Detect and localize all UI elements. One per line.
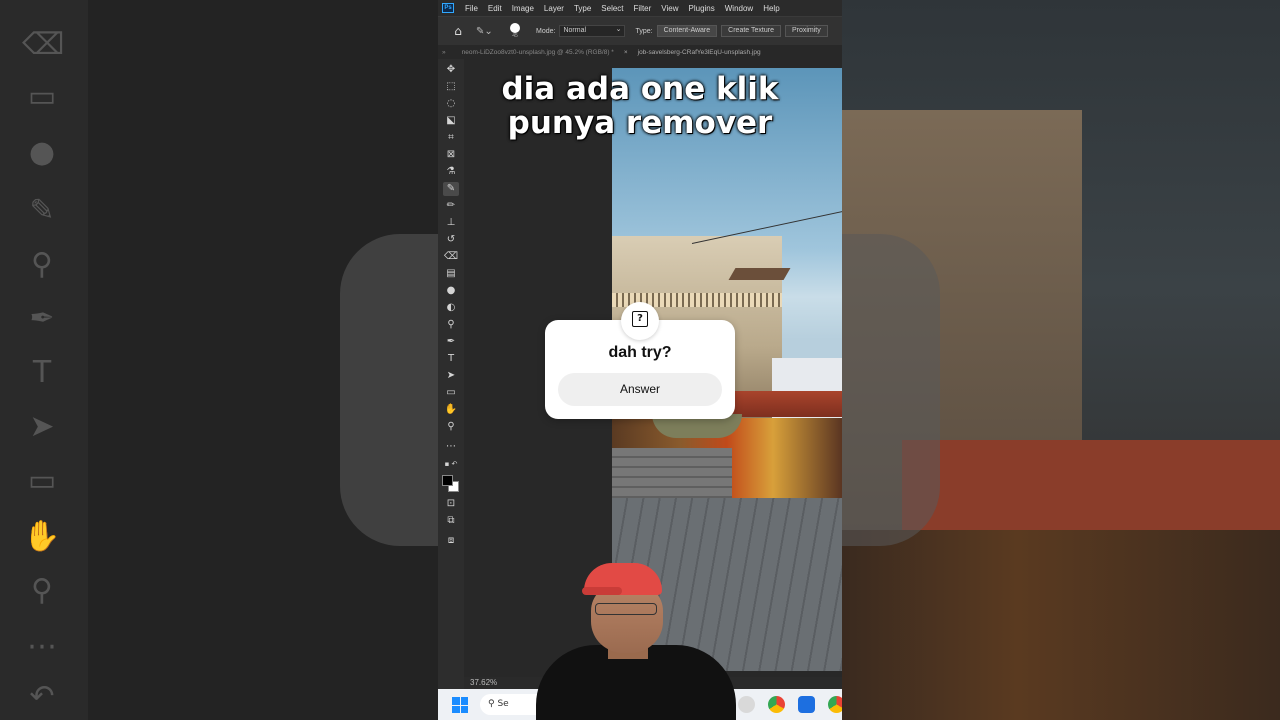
menu-layer[interactable]: Layer bbox=[539, 4, 569, 13]
menu-type[interactable]: Type bbox=[569, 4, 596, 13]
sponge-icon: ⚲ bbox=[31, 247, 53, 282]
generative-fill-icon[interactable]: ⧈ bbox=[443, 534, 459, 548]
spot-healing-tool-icon[interactable]: ✎ bbox=[443, 182, 459, 196]
brush-preview-icon bbox=[510, 23, 520, 33]
type-tool-icon[interactable]: T bbox=[443, 352, 459, 366]
select-arrow-icon: ➤ bbox=[29, 409, 55, 444]
menu-filter[interactable]: Filter bbox=[629, 4, 657, 13]
menu-file[interactable]: File bbox=[460, 4, 483, 13]
chrome-icon[interactable] bbox=[768, 696, 785, 713]
rectangle-icon: ▭ bbox=[27, 463, 57, 498]
eraser-icon: ⌫ bbox=[22, 27, 65, 62]
pen-icon: ✒ bbox=[29, 301, 55, 336]
pen-tool-icon[interactable]: ✒ bbox=[443, 335, 459, 349]
brush-size-picker[interactable]: 45 bbox=[500, 23, 530, 39]
photoshop-logo: Ps bbox=[442, 3, 454, 13]
menu-select[interactable]: Select bbox=[596, 4, 628, 13]
menu-plugins[interactable]: Plugins bbox=[684, 4, 720, 13]
options-bar: ⌂ ✎⌄ 45 Mode: Normal Type: Content-Aware… bbox=[438, 17, 842, 45]
foreground-color-swatch[interactable] bbox=[442, 475, 453, 486]
clone-stamp-tool-icon[interactable]: ⊥ bbox=[443, 216, 459, 230]
history-brush-tool-icon[interactable]: ↺ bbox=[443, 233, 459, 247]
video-caption: dia ada one klik punya remover bbox=[438, 72, 842, 140]
rectangle-tool-icon[interactable]: ▭ bbox=[443, 386, 459, 400]
zoom-icon: ⚲ bbox=[31, 573, 53, 608]
app-store-icon[interactable] bbox=[798, 696, 815, 713]
answer-button[interactable]: Answer bbox=[558, 373, 722, 406]
eyedropper-tool-icon[interactable]: ⚗ bbox=[443, 165, 459, 179]
swap-colors-icon[interactable]: ▪ ↶ bbox=[443, 457, 459, 471]
more-icon: ⋯ bbox=[27, 629, 57, 664]
brush-tool-icon[interactable]: ✏ bbox=[443, 199, 459, 213]
menu-image[interactable]: Image bbox=[507, 4, 539, 13]
quick-mask-icon[interactable]: ⊡ bbox=[443, 497, 459, 511]
image-red-roof bbox=[732, 391, 842, 417]
proximity-button[interactable]: Proximity bbox=[784, 25, 828, 37]
home-icon[interactable]: ⌂ bbox=[448, 21, 468, 41]
brush-size-value: 45 bbox=[512, 33, 518, 39]
spot-healing-brush-icon[interactable]: ✎⌄ bbox=[476, 26, 500, 37]
blurred-toolbar: ⌫ ▭ ● ✎ ⚲ ✒ T ➤ ▭ ✋ ⚲ ⋯ ↶ bbox=[0, 0, 88, 720]
hand-icon: ✋ bbox=[23, 519, 61, 554]
tab-document-2[interactable]: job-savelsberg-CRafYe3lEqU-unsplash.jpg bbox=[630, 49, 769, 56]
dodge-icon: ✎ bbox=[29, 193, 55, 228]
menu-help[interactable]: Help bbox=[758, 4, 784, 13]
question-text: dah try? bbox=[608, 344, 672, 361]
presenter-glasses bbox=[595, 603, 657, 615]
menu-bar: Ps File Edit Image Layer Type Select Fil… bbox=[438, 0, 842, 16]
sponge-tool-icon[interactable]: ⚲ bbox=[443, 318, 459, 332]
presenter bbox=[496, 563, 736, 720]
hand-tool-icon[interactable]: ✋ bbox=[443, 403, 459, 417]
frame-tool-icon[interactable]: ⊠ bbox=[443, 148, 459, 162]
blurred-roof bbox=[902, 440, 1280, 530]
video-frame: ⌫ ▭ ● ✎ ⚲ ✒ T ➤ ▭ ✋ ⚲ ⋯ ↶ Ps File Edit I… bbox=[0, 0, 1280, 720]
chrome-icon-2[interactable] bbox=[828, 696, 842, 713]
mode-label: Mode: bbox=[536, 27, 556, 35]
document-tabs: » neom-LiDZoo8vzt0-unsplash.jpg @ 45.2% … bbox=[438, 45, 842, 59]
eraser-tool-icon[interactable]: ⌫ bbox=[443, 250, 459, 264]
close-tab-icon[interactable]: × bbox=[622, 49, 630, 56]
windows-start-icon[interactable] bbox=[452, 697, 468, 713]
create-texture-button[interactable]: Create Texture bbox=[721, 25, 781, 37]
type-icon: T bbox=[32, 355, 52, 390]
gradient-tool-icon[interactable]: ▤ bbox=[443, 267, 459, 281]
dodge-tool-icon[interactable]: ◐ bbox=[443, 301, 459, 315]
tab-document-1[interactable]: neom-LiDZoo8vzt0-unsplash.jpg @ 45.2% (R… bbox=[454, 49, 622, 56]
path-selection-tool-icon[interactable]: ➤ bbox=[443, 369, 459, 383]
blur-tool-icon[interactable]: ● bbox=[443, 284, 459, 298]
menu-edit[interactable]: Edit bbox=[483, 4, 507, 13]
blur-drop-icon: ● bbox=[28, 135, 56, 170]
content-aware-button[interactable]: Content-Aware bbox=[656, 25, 718, 37]
question-mark-icon: ? bbox=[632, 311, 648, 327]
tools-panel: ✥ ⬚ ◌ ⬕ ⌗ ⊠ ⚗ ✎ ✏ ⊥ ↺ ⌫ ▤ ● ◐ ⚲ ✒ T ➤ ▭ … bbox=[438, 59, 464, 689]
panel-collapse-icon[interactable]: » bbox=[438, 49, 454, 56]
menu-window[interactable]: Window bbox=[720, 4, 758, 13]
gradient-icon: ▭ bbox=[27, 79, 57, 114]
presenter-cap-brim bbox=[582, 587, 622, 595]
caption-line-2: punya remover bbox=[507, 105, 773, 141]
type-label: Type: bbox=[635, 27, 653, 35]
edit-toolbar-icon[interactable]: ⋯ bbox=[443, 440, 459, 454]
image-roof bbox=[728, 268, 791, 280]
menu-view[interactable]: View bbox=[656, 4, 683, 13]
swap-icon: ↶ bbox=[29, 679, 55, 714]
app-icon[interactable] bbox=[738, 696, 755, 713]
zoom-tool-icon[interactable]: ⚲ bbox=[443, 420, 459, 434]
blurred-market bbox=[842, 530, 1280, 720]
screen-mode-icon[interactable]: ⧉ bbox=[443, 514, 459, 528]
mode-select[interactable]: Normal bbox=[559, 24, 626, 37]
caption-line-1: dia ada one klik bbox=[501, 71, 779, 107]
question-badge: ? bbox=[621, 302, 659, 340]
